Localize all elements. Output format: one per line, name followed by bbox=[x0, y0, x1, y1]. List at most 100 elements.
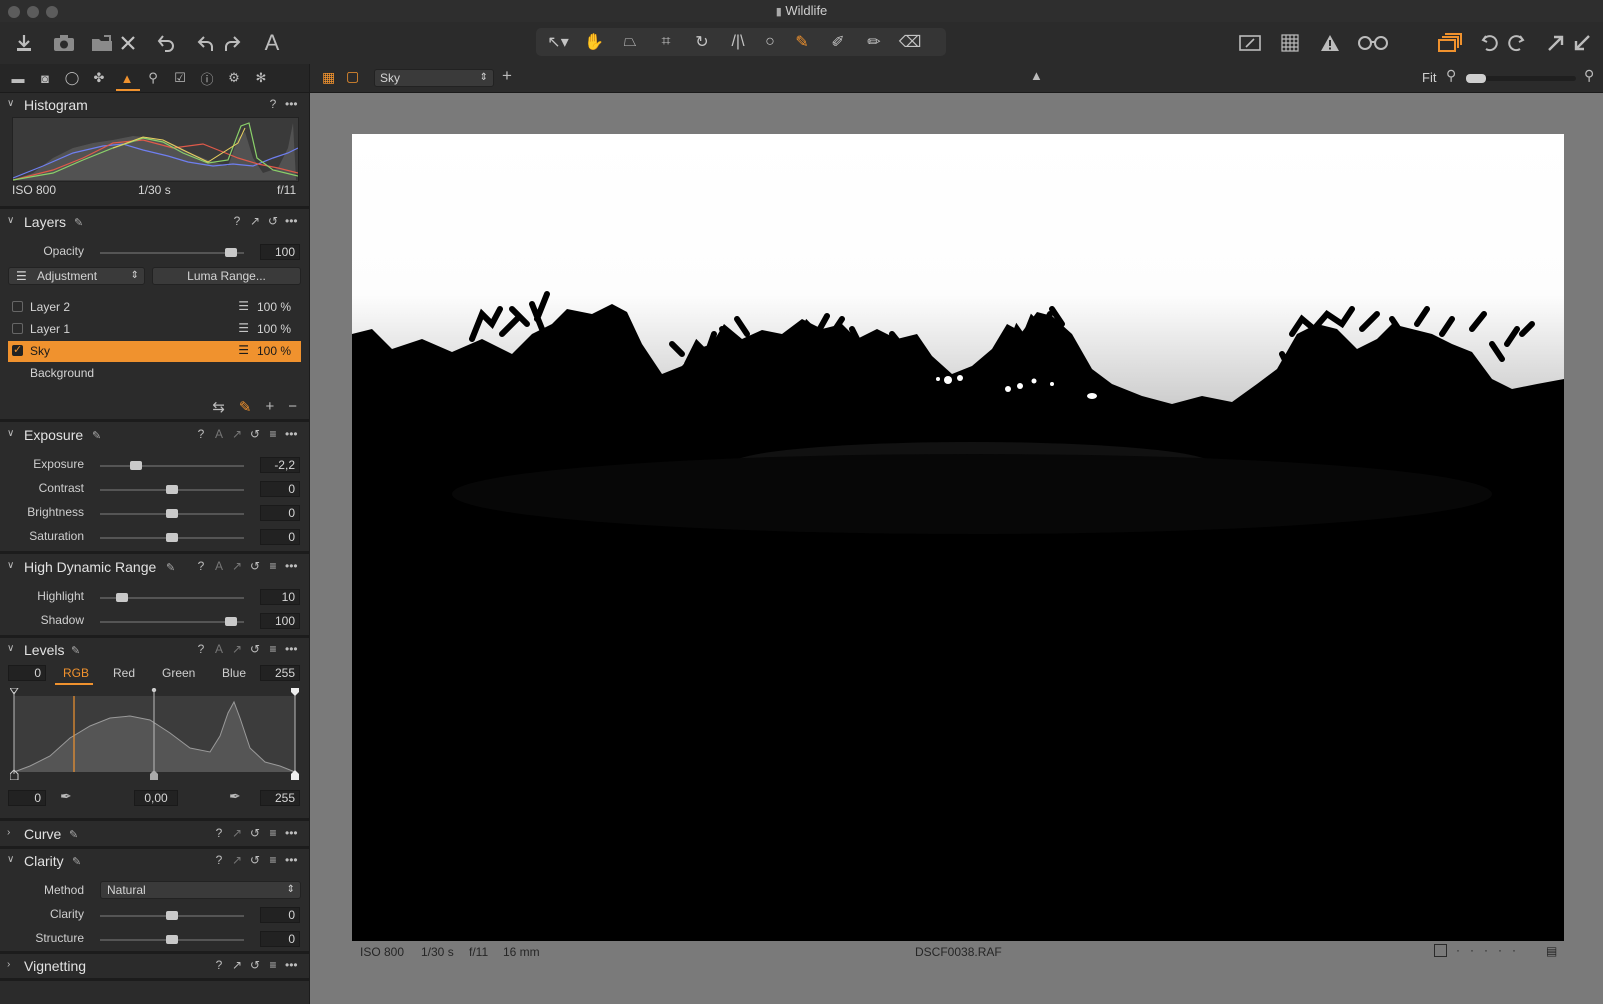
chevron-right-icon[interactable]: › bbox=[7, 959, 10, 970]
proof-glasses-icon[interactable] bbox=[1356, 30, 1390, 56]
warning-icon[interactable]: ▲ bbox=[1030, 68, 1043, 83]
more-icon[interactable]: ••• bbox=[285, 427, 298, 441]
brightness-slider-thumb[interactable] bbox=[166, 509, 178, 518]
pan-hand-icon[interactable]: ✋ bbox=[578, 30, 610, 54]
gradient-brush-icon[interactable]: ✐ bbox=[822, 30, 854, 54]
chevron-down-icon[interactable]: ∨ bbox=[7, 854, 14, 865]
presets-icon[interactable]: ≡ bbox=[267, 642, 279, 656]
method-dropdown[interactable]: Natural ⇕ bbox=[100, 881, 301, 899]
more-icon[interactable]: ••• bbox=[285, 826, 298, 840]
presets-icon[interactable]: ≡ bbox=[267, 559, 279, 573]
add-layer-icon[interactable]: + bbox=[265, 398, 274, 416]
more-icon[interactable]: ••• bbox=[285, 958, 298, 972]
warning-icon[interactable] bbox=[1316, 30, 1344, 56]
capture-icon[interactable]: ◙ bbox=[34, 69, 56, 87]
output-icon[interactable]: ⚙ bbox=[223, 69, 245, 87]
text-icon[interactable]: A bbox=[258, 30, 286, 56]
highlight-slider[interactable] bbox=[100, 593, 244, 602]
help-icon[interactable]: ? bbox=[213, 853, 225, 867]
exposure-tab-icon[interactable]: ▲ bbox=[116, 69, 138, 87]
zoom-out-icon[interactable]: ⚲ bbox=[1446, 67, 1456, 84]
layer-checkbox[interactable] bbox=[12, 301, 23, 312]
help-icon[interactable]: ? bbox=[195, 427, 207, 441]
adjustment-dropdown[interactable]: ☰ Adjustment ⇕ bbox=[8, 267, 145, 285]
levels-input-low[interactable]: 0 bbox=[8, 665, 46, 681]
reset-icon[interactable]: ↺ bbox=[249, 427, 261, 441]
layer-select-dropdown[interactable]: Sky ⇕ bbox=[374, 69, 494, 87]
levels-input-high[interactable]: 255 bbox=[260, 665, 300, 681]
levels-output-high[interactable]: 255 bbox=[260, 790, 300, 806]
tab-red[interactable]: Red bbox=[113, 666, 135, 680]
redo-icon[interactable] bbox=[218, 30, 246, 56]
rating-dots-icon[interactable]: ····· bbox=[1456, 943, 1526, 957]
layer-checkbox[interactable] bbox=[12, 323, 23, 334]
remove-layer-icon[interactable]: − bbox=[288, 398, 297, 416]
details-icon[interactable]: ⚲ bbox=[142, 69, 164, 87]
grid-icon[interactable] bbox=[1276, 30, 1304, 56]
levels-header[interactable]: ∨ Levels ✎ ? A ↗ ↺ ≡ ••• bbox=[0, 638, 309, 662]
layer-row[interactable]: Background bbox=[8, 363, 301, 384]
keystone-icon[interactable]: ⏢ bbox=[614, 30, 646, 54]
copy-settings-icon[interactable]: ↗ bbox=[231, 853, 243, 867]
reset-icon[interactable]: ↺ bbox=[249, 826, 261, 840]
color-tag-icon[interactable]: ▤ bbox=[1546, 944, 1557, 958]
reset-icon[interactable]: ↺ bbox=[249, 559, 261, 573]
contrast-slider-thumb[interactable] bbox=[166, 485, 178, 494]
structure-value[interactable]: 0 bbox=[260, 931, 300, 947]
vignetting-header[interactable]: › Vignetting ? ↗ ↺ ≡ ••• bbox=[0, 954, 309, 978]
select-cursor-icon[interactable]: ↖▾ bbox=[542, 30, 574, 54]
lens-icon[interactable]: ◯ bbox=[61, 69, 83, 87]
eyedropper-black-icon[interactable]: ✒ bbox=[60, 788, 72, 805]
levels-output-low[interactable]: 0 bbox=[8, 790, 46, 806]
reset-icon[interactable]: ↺ bbox=[249, 642, 261, 656]
tab-blue[interactable]: Blue bbox=[222, 666, 246, 680]
more-icon[interactable]: ••• bbox=[285, 214, 298, 228]
copy-settings-icon[interactable]: ↗ bbox=[231, 427, 243, 441]
copy-settings-icon[interactable]: ↗ bbox=[231, 826, 243, 840]
undo-icon[interactable] bbox=[192, 30, 220, 56]
tab-green[interactable]: Green bbox=[162, 666, 195, 680]
export-icon[interactable] bbox=[88, 30, 116, 56]
brightness-value[interactable]: 0 bbox=[260, 505, 300, 521]
clarity-slider-thumb[interactable] bbox=[166, 911, 178, 920]
more-icon[interactable]: ••• bbox=[285, 853, 298, 867]
saturation-slider[interactable] bbox=[100, 533, 244, 542]
copy-settings-icon[interactable]: ↗ bbox=[231, 559, 243, 573]
auto-icon[interactable]: A bbox=[213, 427, 225, 441]
metadata-icon[interactable]: ⓘ bbox=[196, 69, 218, 87]
library-icon[interactable]: ▬ bbox=[7, 69, 29, 87]
shadow-slider[interactable] bbox=[100, 617, 244, 626]
hdr-header[interactable]: ∨ High Dynamic Range ✎ ? A ↗ ↺ ≡ ••• bbox=[0, 555, 309, 579]
tab-rgb[interactable]: RGB bbox=[63, 666, 89, 680]
exposure-slider[interactable] bbox=[100, 461, 244, 470]
chevron-down-icon[interactable]: ∨ bbox=[7, 428, 14, 439]
histogram-header[interactable]: ∨ Histogram ? ••• bbox=[0, 93, 309, 117]
exposure-value[interactable]: -2,2 bbox=[260, 457, 300, 473]
contrast-value[interactable]: 0 bbox=[260, 481, 300, 497]
zoom-fit-label[interactable]: Fit bbox=[1422, 70, 1436, 85]
chevron-down-icon[interactable]: ∨ bbox=[7, 98, 14, 109]
image-viewer[interactable]: ISO 800 1/30 s f/11 16 mm DSCF0038.RAF ·… bbox=[310, 93, 1603, 1004]
expand-icon[interactable] bbox=[1542, 30, 1570, 56]
opacity-slider[interactable] bbox=[100, 248, 244, 257]
add-icon[interactable]: + bbox=[502, 66, 512, 86]
saturation-slider-thumb[interactable] bbox=[166, 533, 178, 542]
zoom-in-icon[interactable]: ⚲ bbox=[1584, 67, 1594, 84]
reset-icon[interactable]: ↺ bbox=[267, 214, 279, 228]
camera-icon[interactable] bbox=[50, 30, 78, 56]
structure-slider-thumb[interactable] bbox=[166, 935, 178, 944]
swap-icon[interactable]: ⇆ bbox=[212, 398, 225, 416]
layer-row[interactable]: Layer 1 ☰ 100 % bbox=[8, 319, 301, 340]
rotate-icon[interactable]: ↻ bbox=[686, 30, 718, 54]
presets-icon[interactable]: ≡ bbox=[267, 826, 279, 840]
reset-icon[interactable]: ↺ bbox=[249, 853, 261, 867]
clarity-value[interactable]: 0 bbox=[260, 907, 300, 923]
presets-icon[interactable]: ≡ bbox=[267, 958, 279, 972]
layer-row[interactable]: Layer 2 ☰ 100 % bbox=[8, 297, 301, 318]
presets-icon[interactable]: ≡ bbox=[267, 427, 279, 441]
structure-slider[interactable] bbox=[100, 935, 244, 944]
multi-view-icon[interactable]: ▦ bbox=[322, 69, 335, 86]
draw-mask-icon[interactable]: ✏ bbox=[858, 30, 890, 54]
auto-icon[interactable]: A bbox=[213, 559, 225, 573]
help-icon[interactable]: ? bbox=[267, 97, 279, 111]
